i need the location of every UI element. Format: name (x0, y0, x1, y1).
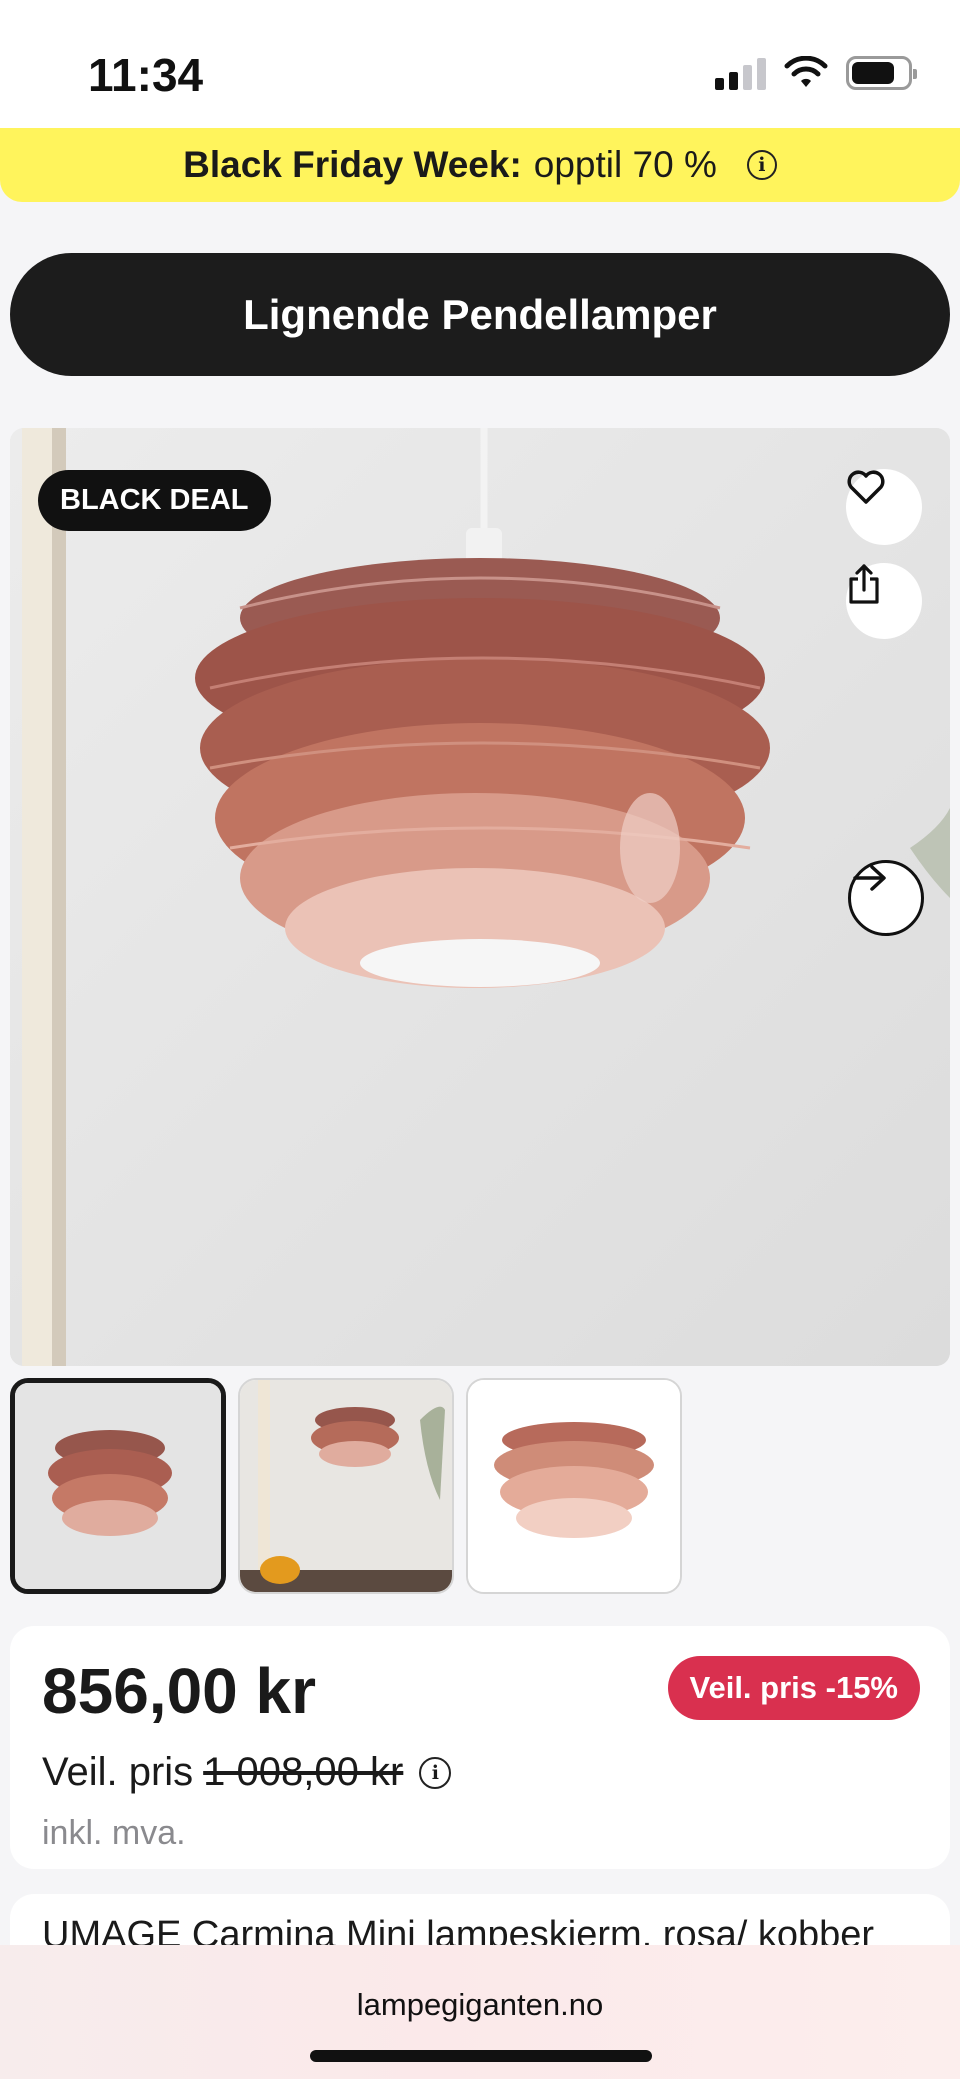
thumbnail-1[interactable] (10, 1378, 226, 1594)
vat-note: inkl. mva. (42, 1814, 186, 1852)
thumbnail-lamp-image (15, 1383, 221, 1589)
price-card: 856,00 kr Veil. pris -15% Veil. pris 1 0… (10, 1626, 950, 1869)
info-icon[interactable]: i (746, 150, 777, 180)
thumbnail-product-image (468, 1380, 680, 1592)
status-icons (715, 56, 917, 90)
rrp-value: 1 008,00 kr (203, 1750, 404, 1794)
thumbnail-room-image (240, 1380, 452, 1592)
arrow-right-icon (853, 865, 886, 891)
heart-icon (847, 470, 885, 504)
lamp-photo (10, 428, 950, 1366)
rrp-label: Veil. pris (42, 1750, 194, 1794)
thumbnail-2[interactable] (238, 1378, 454, 1594)
status-bar: 11:34 (0, 0, 960, 128)
discount-badge: Veil. pris -15% (667, 1656, 920, 1720)
status-time: 11:34 (88, 49, 204, 101)
black-deal-badge: BLACK DEAL (38, 470, 271, 531)
promo-banner[interactable]: Black Friday Week: opptil 70 % i (0, 128, 960, 202)
browser-url[interactable]: lampegiganten.no (0, 1987, 960, 2023)
favorite-button[interactable] (846, 469, 922, 545)
browser-address-bar[interactable]: lampegiganten.no (0, 1945, 960, 2079)
next-image-button[interactable] (848, 860, 924, 936)
similar-pendants-button[interactable]: Lignende Pendellamper (10, 253, 950, 376)
share-icon (849, 564, 879, 604)
thumbnail-strip (10, 1378, 682, 1594)
promo-text: opptil 70 % (533, 144, 717, 185)
promo-title: Black Friday Week: (183, 144, 522, 185)
info-icon[interactable]: i (419, 1756, 452, 1789)
product-main-image[interactable]: BLACK DEAL (10, 428, 950, 1366)
battery-icon (846, 56, 917, 90)
home-indicator (310, 2050, 652, 2062)
wifi-icon (784, 56, 828, 87)
cellular-signal-icon (715, 56, 766, 90)
thumbnail-3[interactable] (466, 1378, 682, 1594)
current-price: 856,00 kr (42, 1655, 317, 1727)
rrp-line: Veil. pris 1 008,00 kr i (42, 1750, 452, 1795)
share-button[interactable] (846, 563, 922, 639)
